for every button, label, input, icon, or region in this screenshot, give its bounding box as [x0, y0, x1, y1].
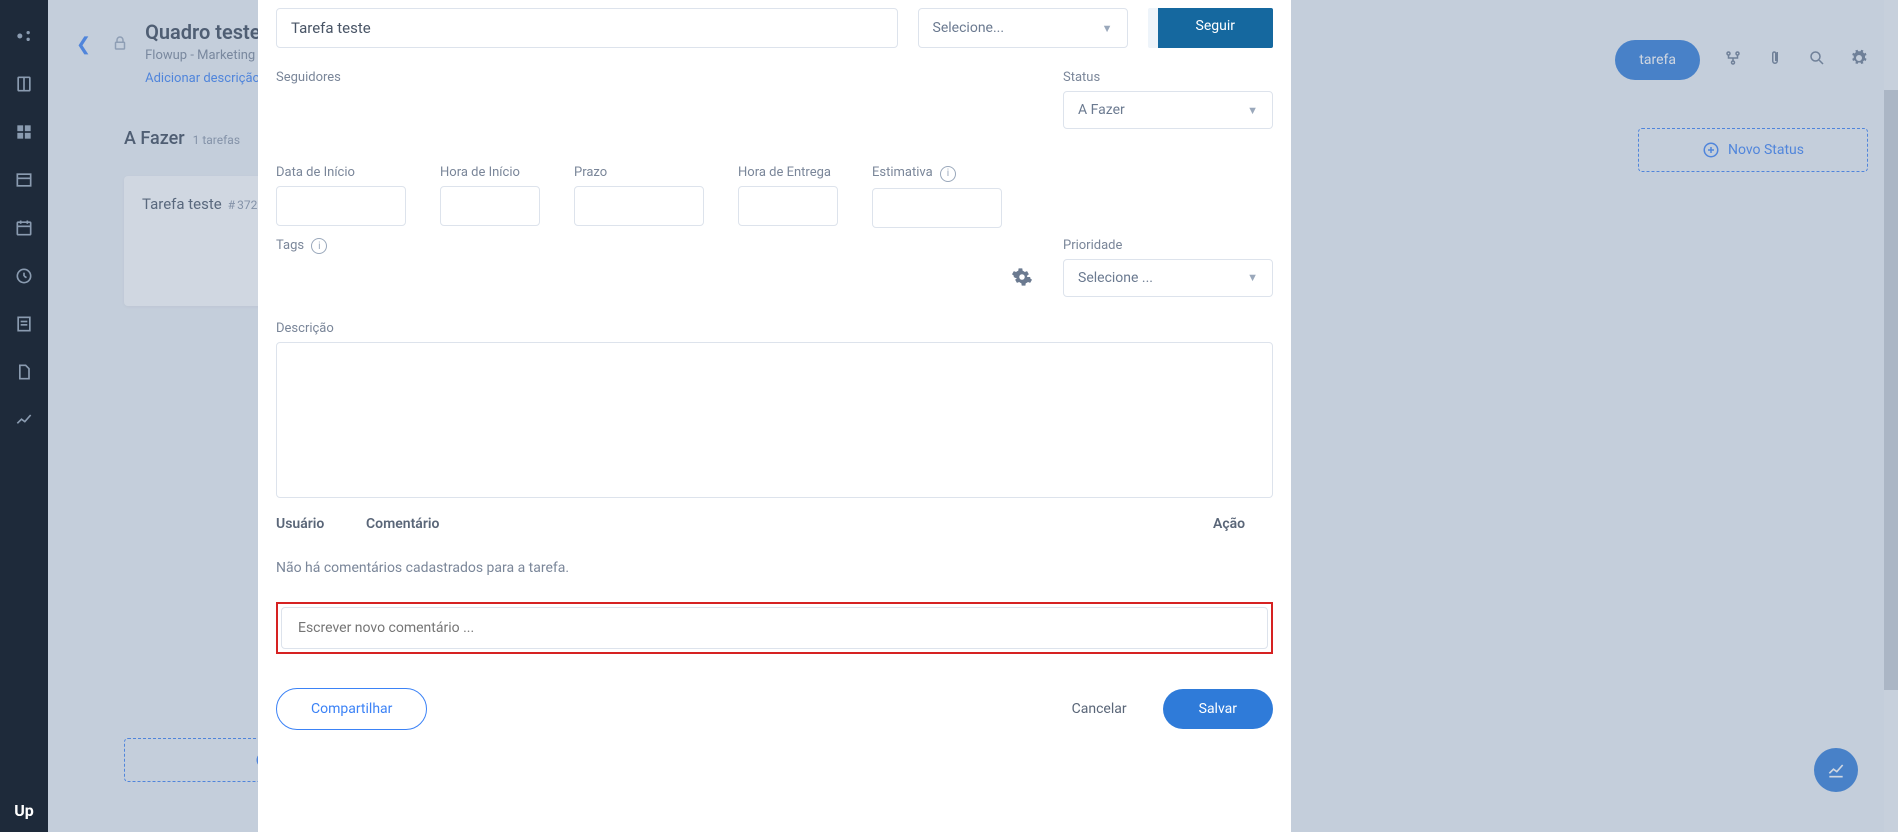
assignee-select-value: Selecione...: [933, 20, 1005, 36]
comments-header-action: Ação: [1213, 516, 1273, 532]
no-comments-message: Não há comentários cadastrados para a ta…: [276, 542, 1273, 602]
description-label: Descrição: [276, 321, 1273, 336]
deadline-input[interactable]: [574, 186, 704, 226]
start-time-label: Hora de Início: [440, 165, 540, 180]
chevron-down-icon: ▼: [1102, 22, 1113, 35]
status-label: Status: [1063, 70, 1273, 85]
doc-icon[interactable]: [0, 300, 48, 348]
task-modal: Selecione... ▼ Seguir Seguidores Status …: [258, 0, 1291, 832]
deadline-label: Prazo: [574, 165, 704, 180]
comments-header-comment: Comentário: [366, 516, 1213, 532]
dashboard-icon[interactable]: [0, 12, 48, 60]
start-time-input[interactable]: [440, 186, 540, 226]
list-icon[interactable]: [0, 156, 48, 204]
comments-header-user: Usuário: [276, 516, 366, 532]
priority-select-value: Selecione ...: [1078, 270, 1153, 286]
chevron-down-icon: ▼: [1247, 104, 1258, 117]
file-icon[interactable]: [0, 348, 48, 396]
chevron-down-icon: ▼: [1247, 271, 1258, 284]
info-icon[interactable]: i: [311, 238, 327, 254]
description-input[interactable]: [276, 342, 1273, 498]
tags-label: Tags i: [276, 238, 1043, 255]
estimate-input[interactable]: [872, 188, 1002, 228]
delivery-time-input[interactable]: [738, 186, 838, 226]
save-button[interactable]: Salvar: [1163, 689, 1273, 729]
followers-label: Seguidores: [276, 70, 1043, 85]
tags-gear-icon[interactable]: [1011, 266, 1033, 293]
left-sidebar: Up: [0, 0, 48, 832]
calendar-icon[interactable]: [0, 204, 48, 252]
start-date-label: Data de Início: [276, 165, 406, 180]
task-name-input[interactable]: [276, 8, 898, 48]
comment-input-highlight: [276, 602, 1273, 654]
info-icon[interactable]: i: [940, 166, 956, 182]
priority-select[interactable]: Selecione ... ▼: [1063, 259, 1273, 297]
book-icon[interactable]: [0, 60, 48, 108]
delivery-time-label: Hora de Entrega: [738, 165, 838, 180]
app-logo: Up: [14, 801, 34, 820]
share-button[interactable]: Compartilhar: [276, 688, 427, 730]
comments-header: Usuário Comentário Ação: [276, 502, 1273, 542]
follow-button[interactable]: Seguir: [1148, 8, 1273, 48]
status-select-value: A Fazer: [1078, 102, 1125, 118]
priority-label: Prioridade: [1063, 238, 1273, 253]
start-date-input[interactable]: [276, 186, 406, 226]
status-select[interactable]: A Fazer ▼: [1063, 91, 1273, 129]
cancel-button[interactable]: Cancelar: [1052, 689, 1147, 729]
assignee-select[interactable]: Selecione... ▼: [918, 8, 1128, 48]
comment-input[interactable]: [281, 607, 1268, 649]
estimate-label: Estimativa i: [872, 165, 1002, 182]
chart-icon[interactable]: [0, 396, 48, 444]
grid-icon[interactable]: [0, 108, 48, 156]
clock-icon[interactable]: [0, 252, 48, 300]
